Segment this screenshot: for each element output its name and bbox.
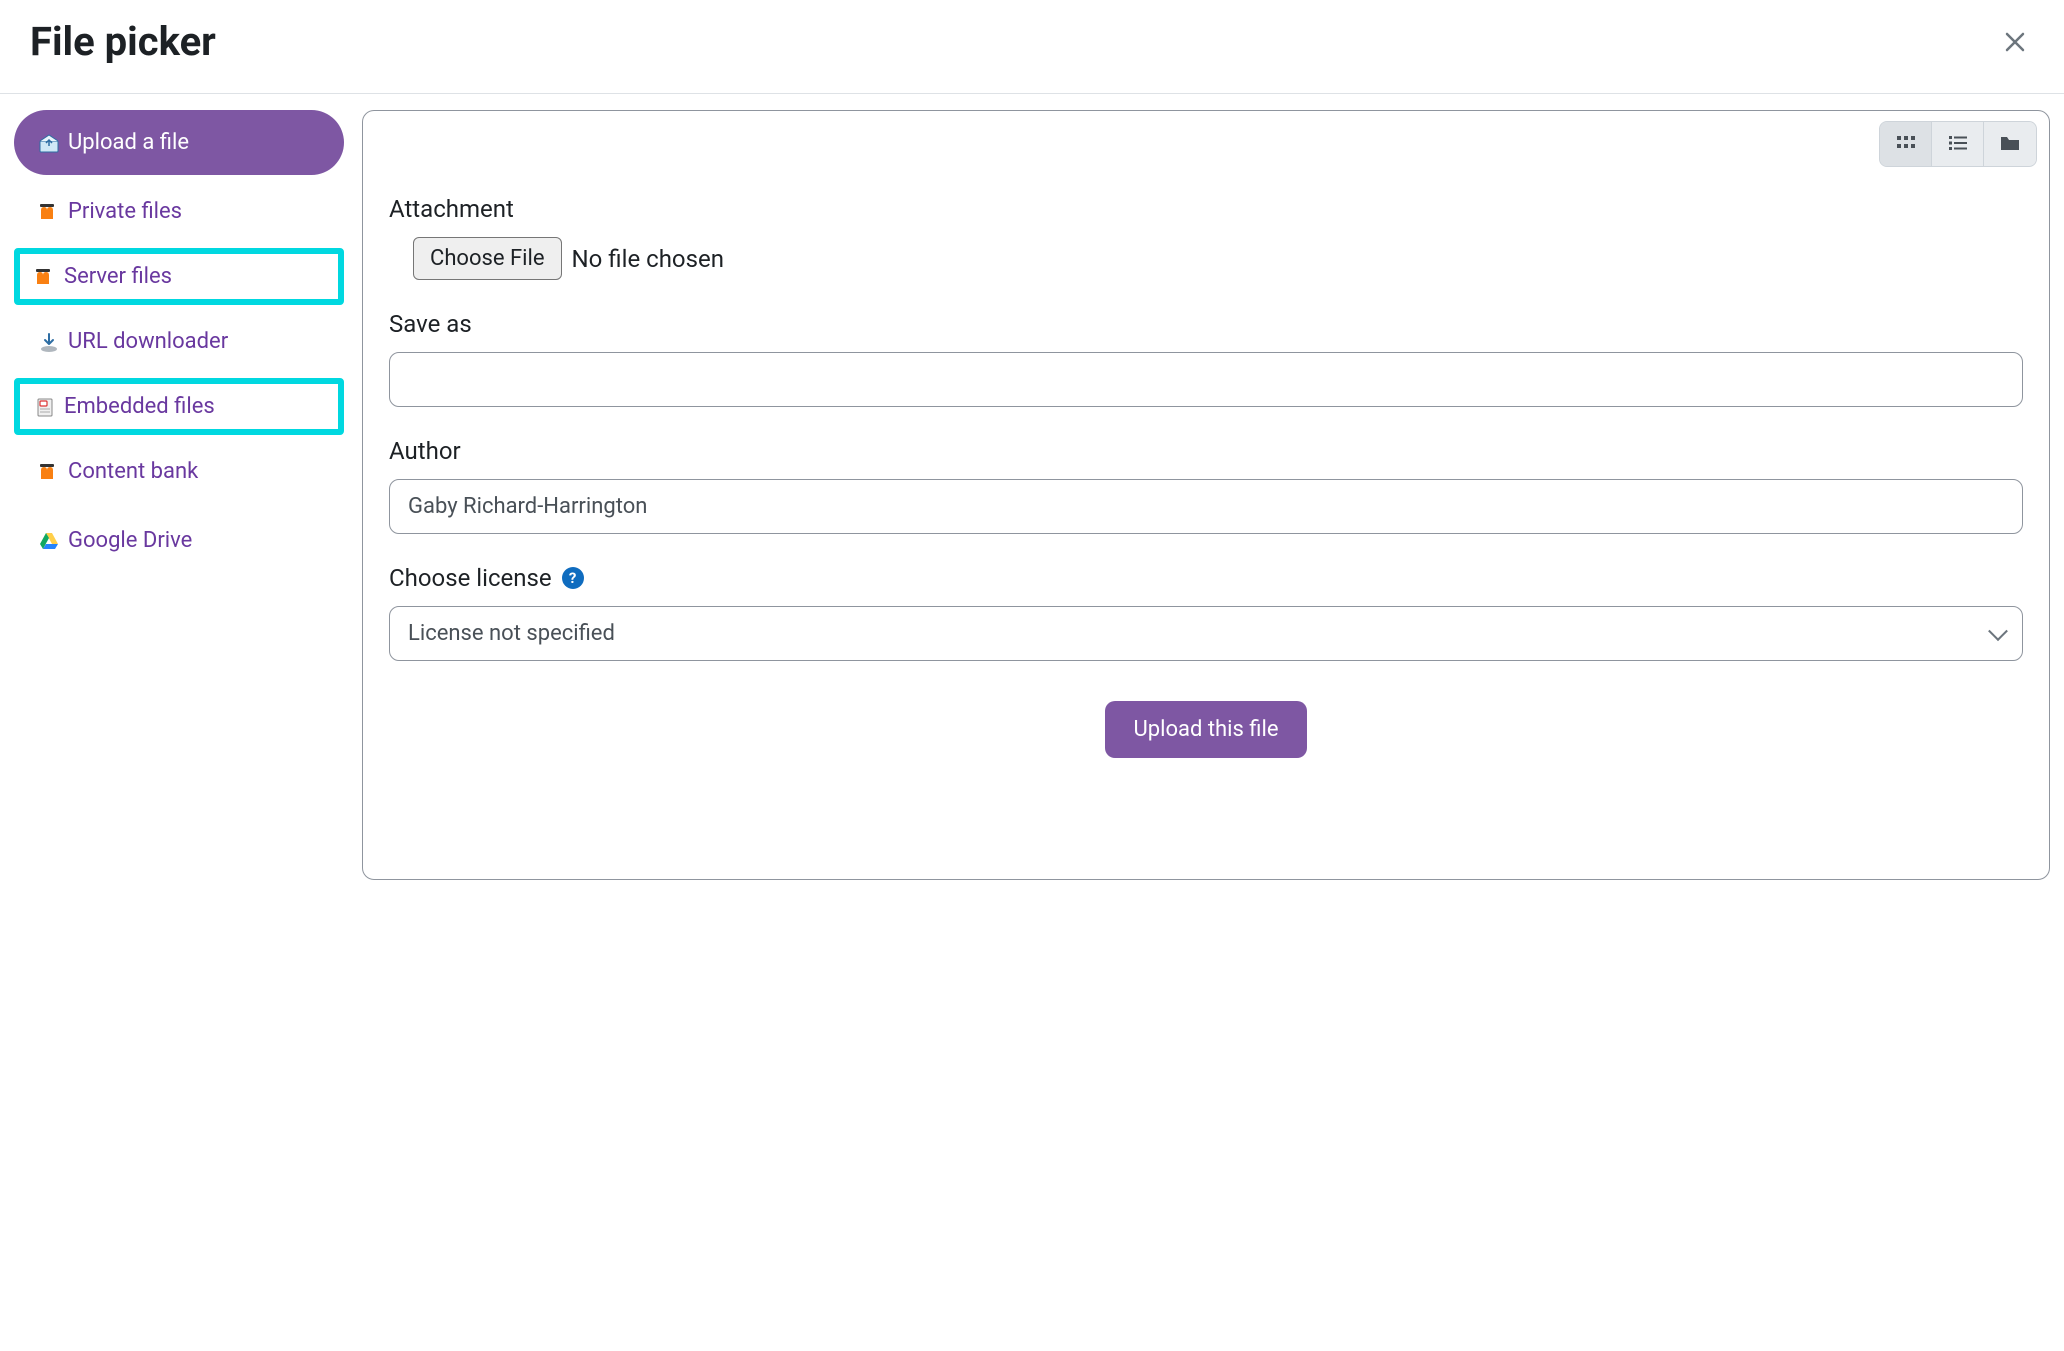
attachment-label: Attachment <box>389 195 2023 223</box>
view-mode-group <box>1879 121 2037 167</box>
grid-icon <box>1896 133 1916 156</box>
author-label: Author <box>389 437 2023 465</box>
sidebar-item-label: URL downloader <box>68 329 228 354</box>
main-panel: Attachment Choose File No file chosen Sa… <box>362 110 2050 880</box>
save-as-group: Save as <box>389 310 2023 407</box>
sidebar-item-url-downloader[interactable]: URL downloader <box>14 309 344 374</box>
sidebar-item-server-files[interactable]: Server files <box>14 248 344 305</box>
sidebar-item-upload-a-file[interactable]: Upload a file <box>14 110 344 175</box>
moodle-icon <box>38 201 60 223</box>
sidebar-item-google-drive[interactable]: Google Drive <box>14 508 344 573</box>
close-button[interactable] <box>1996 22 2034 62</box>
sidebar-item-embedded-files[interactable]: Embedded files <box>14 378 344 435</box>
sidebar-item-label: Upload a file <box>68 130 189 155</box>
folder-icon <box>1999 132 2021 157</box>
license-group: Choose license ? License not specified <box>389 564 2023 661</box>
dialog-header: File picker <box>0 0 2064 94</box>
dialog-title: File picker <box>30 18 216 65</box>
license-label: Choose license <box>389 564 552 592</box>
upload-this-file-button[interactable]: Upload this file <box>1105 701 1306 758</box>
dialog-body: Upload a file Private files Server files… <box>0 94 2064 880</box>
choose-file-button[interactable]: Choose File <box>413 237 562 280</box>
download-icon <box>38 331 60 353</box>
upload-icon <box>38 132 60 154</box>
close-icon <box>2004 24 2026 60</box>
sidebar-item-label: Content bank <box>68 459 198 484</box>
view-toolbar <box>363 111 2049 167</box>
save-as-label: Save as <box>389 310 2023 338</box>
license-select-wrap: License not specified <box>389 606 2023 661</box>
view-list-button[interactable] <box>1932 122 1984 166</box>
embedded-icon <box>34 396 56 418</box>
help-icon[interactable]: ? <box>562 567 584 589</box>
view-icons-button[interactable] <box>1880 122 1932 166</box>
file-status-text: No file chosen <box>572 245 724 273</box>
list-icon <box>1948 133 1968 156</box>
author-group: Author <box>389 437 2023 534</box>
file-chooser: Choose File No file chosen <box>389 237 2023 280</box>
moodle-icon <box>38 461 60 483</box>
view-tree-button[interactable] <box>1984 122 2036 166</box>
upload-form: Attachment Choose File No file chosen Sa… <box>363 167 2049 788</box>
moodle-icon <box>34 266 56 288</box>
sidebar-item-private-files[interactable]: Private files <box>14 179 344 244</box>
save-as-input[interactable] <box>389 352 2023 407</box>
sidebar-item-label: Google Drive <box>68 528 192 553</box>
sidebar-item-label: Private files <box>68 199 182 224</box>
sidebar-item-content-bank[interactable]: Content bank <box>14 439 344 504</box>
file-picker-dialog: File picker Upload a file Private files <box>0 0 2064 880</box>
repository-sidebar: Upload a file Private files Server files… <box>14 110 344 880</box>
license-label-row: Choose license ? <box>389 564 2023 592</box>
author-input[interactable] <box>389 479 2023 534</box>
google-drive-icon <box>38 530 60 552</box>
submit-row: Upload this file <box>389 701 2023 758</box>
sidebar-item-label: Embedded files <box>64 394 215 419</box>
attachment-group: Attachment Choose File No file chosen <box>389 195 2023 280</box>
license-select[interactable]: License not specified <box>389 606 2023 661</box>
sidebar-item-label: Server files <box>64 264 172 289</box>
